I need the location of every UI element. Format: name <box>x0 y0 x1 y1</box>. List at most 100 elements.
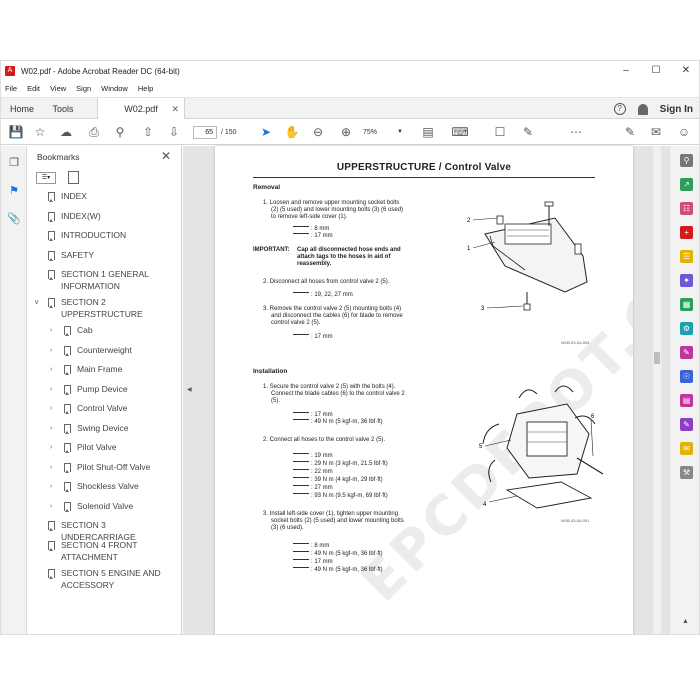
next-page-icon[interactable]: ⇩ <box>165 123 183 141</box>
chevron-right-icon[interactable]: › <box>50 403 52 415</box>
maximize-button[interactable]: ☐ <box>641 61 671 81</box>
zoom-in-icon[interactable]: ⊕ <box>337 123 355 141</box>
fill-sign-icon[interactable]: ✎ <box>680 346 693 359</box>
protect-shield-icon[interactable]: ☉ <box>680 370 693 383</box>
star-bookmark-icon[interactable]: ☆ <box>31 123 49 141</box>
chevron-down-icon[interactable]: ∨ <box>34 297 39 309</box>
edit-pdf-icon[interactable]: + <box>680 226 693 239</box>
zoom-search-icon[interactable]: ⚲ <box>111 123 129 141</box>
bookmark-item[interactable]: SAFETY <box>28 249 182 261</box>
bookmark-options-icon[interactable]: ☰▾ <box>36 172 56 184</box>
chevron-right-icon[interactable]: › <box>50 462 52 474</box>
bookmark-item[interactable]: INDEX(W) <box>28 210 182 222</box>
page-thumbnails-icon[interactable]: ❐ <box>6 156 22 172</box>
upload-cloud-icon[interactable]: ☁ <box>57 123 75 141</box>
tab-document[interactable]: W02.pdf ✕ <box>97 98 185 120</box>
select-cursor-icon[interactable]: ➤ <box>257 123 275 141</box>
send-comments-icon[interactable]: ✉ <box>680 442 693 455</box>
collapse-right-icon[interactable]: ▲ <box>682 618 689 625</box>
chevron-right-icon[interactable]: › <box>50 501 52 513</box>
send-for-signature-icon[interactable]: ✎ <box>680 418 693 431</box>
chevron-right-icon[interactable]: › <box>50 384 52 396</box>
zoom-out-icon[interactable]: ⊖ <box>309 123 327 141</box>
bookmark-item[interactable]: SECTION 5 ENGINE AND ACCESSORY <box>28 567 182 591</box>
prepare-form-icon[interactable]: ▤ <box>680 394 693 407</box>
zoom-level-dropdown[interactable]: 75% ▼ <box>363 126 407 139</box>
bookmark-item[interactable]: INTRODUCTION <box>28 229 182 241</box>
spec-line: : 17 mm <box>293 559 333 566</box>
create-pdf-icon[interactable]: ☷ <box>680 202 693 215</box>
menu-window[interactable]: Window <box>101 84 128 93</box>
bookmark-item[interactable]: › Pump Device <box>28 383 182 395</box>
close-tab-icon[interactable]: ✕ <box>171 98 179 120</box>
hand-tool-icon[interactable]: ✋ <box>283 123 301 141</box>
bookmark-item[interactable]: › Solenoid Valve <box>28 500 182 512</box>
bookmarks-panel-icon[interactable]: ⚑ <box>6 184 22 200</box>
translate-icon[interactable]: ✦ <box>680 274 693 287</box>
bookmark-icon <box>48 298 55 308</box>
chevron-right-icon[interactable]: › <box>50 325 52 337</box>
close-panel-icon[interactable]: ✕ <box>161 149 171 163</box>
spec-text: : 17 mm <box>311 412 333 418</box>
tab-home[interactable]: Home <box>1 98 43 120</box>
close-window-button[interactable]: ✕ <box>671 61 699 81</box>
attachments-paperclip-icon[interactable]: 📎 <box>6 212 22 228</box>
organize-pages-icon[interactable]: ▦ <box>680 298 693 311</box>
bookmark-item[interactable]: › Pilot Shut-Off Valve <box>28 461 182 473</box>
bookmark-item[interactable]: › Control Valve <box>28 402 182 414</box>
bookmark-item[interactable]: INDEX <box>28 190 182 202</box>
highlight-pen-icon[interactable]: ✎ <box>519 123 537 141</box>
export-pdf-icon[interactable]: ↗ <box>680 178 693 191</box>
sign-pen-icon[interactable]: ✎ <box>621 123 639 141</box>
more-options-icon[interactable]: ⋯ <box>567 123 585 141</box>
bookmark-icon <box>48 568 55 579</box>
bookmark-item[interactable]: › Counterweight <box>28 344 182 356</box>
scrollbar-thumb[interactable] <box>654 352 660 364</box>
bookmark-item[interactable]: › Shockless Valve <box>28 480 182 492</box>
sign-in-button[interactable]: Sign In <box>660 104 693 115</box>
menu-sign[interactable]: Sign <box>76 84 91 93</box>
comment-tool-icon[interactable]: ☰ <box>680 250 693 263</box>
vertical-scrollbar[interactable] <box>653 146 661 634</box>
pdf-page: EPCDEPOT.COM UPPERSTRUCTURE / Control Va… <box>215 146 633 634</box>
chevron-right-icon[interactable]: › <box>50 345 52 357</box>
mail-icon[interactable]: ✉ <box>647 123 665 141</box>
minimize-button[interactable]: – <box>611 61 641 81</box>
acrobat-window: A W02.pdf - Adobe Acrobat Reader DC (64-… <box>0 60 700 635</box>
bookmark-item[interactable]: › Main Frame <box>28 363 182 375</box>
bookmark-label: SECTION 5 ENGINE AND <box>61 567 161 578</box>
more-tools-icon[interactable]: ⚒ <box>680 466 693 479</box>
page-display-icon[interactable]: ▤ <box>419 123 437 141</box>
help-icon[interactable]: ? <box>613 103 626 115</box>
menu-help[interactable]: Help <box>138 84 153 93</box>
spec-text: : 19, 22, 27 mm <box>311 292 353 298</box>
page-number-input[interactable]: 65 <box>193 126 217 139</box>
bookmark-item[interactable]: SECTION 4 FRONT ATTACHMENT <box>28 539 182 563</box>
chevron-right-icon[interactable]: › <box>50 364 52 376</box>
collapse-left-icon[interactable]: ◀ <box>187 386 192 393</box>
bookmark-item[interactable]: › Swing Device <box>28 422 182 434</box>
callout-label: 5 <box>479 444 483 450</box>
search-zoom-icon[interactable]: ⚲ <box>680 154 693 167</box>
chevron-right-icon[interactable]: › <box>50 481 52 493</box>
menu-view[interactable]: View <box>50 84 66 93</box>
print-icon[interactable]: ⎙ <box>85 123 103 141</box>
comment-icon[interactable]: ☐ <box>491 123 509 141</box>
bookmark-item[interactable]: SECTION 1 GENERAL INFORMATION <box>28 268 182 292</box>
keyboard-icon[interactable]: ⌨ <box>451 123 469 141</box>
previous-page-icon[interactable]: ⇧ <box>139 123 157 141</box>
menu-file[interactable]: File <box>5 84 17 93</box>
chevron-right-icon[interactable]: › <box>50 423 52 435</box>
bookmark-item[interactable]: SECTION 3 UNDERCARRIAGE <box>28 519 182 542</box>
notifications-bell-icon[interactable] <box>637 103 648 115</box>
scan-enhance-icon[interactable]: ⚙ <box>680 322 693 335</box>
bookmark-item[interactable]: › Pilot Valve <box>28 441 182 453</box>
chevron-right-icon[interactable]: › <box>50 442 52 454</box>
bookmark-item[interactable]: ∨ SECTION 2 UPPERSTRUCTURE <box>28 296 182 320</box>
menu-edit[interactable]: Edit <box>27 84 40 93</box>
save-icon[interactable]: 💾 <box>7 123 25 141</box>
tab-tools[interactable]: Tools <box>43 98 83 120</box>
share-user-icon[interactable]: ☺ <box>675 123 693 141</box>
bookmark-item[interactable]: › Cab <box>28 324 182 336</box>
new-bookmark-icon[interactable] <box>68 171 79 184</box>
